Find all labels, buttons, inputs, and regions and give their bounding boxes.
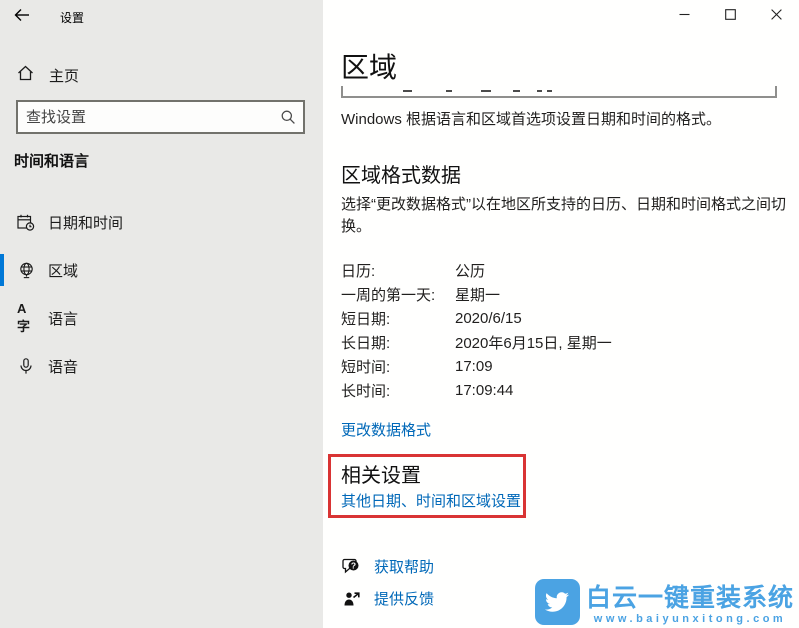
dropdown-border bbox=[341, 86, 777, 98]
svg-text:?: ? bbox=[351, 560, 356, 570]
row-value: 17:09:44 bbox=[455, 381, 514, 399]
maximize-icon bbox=[724, 7, 736, 25]
window-controls bbox=[661, 0, 799, 32]
sidebar-item-label: 主页 bbox=[49, 67, 80, 85]
maximize-button[interactable] bbox=[707, 0, 753, 32]
twitter-bird-icon bbox=[534, 579, 580, 625]
sidebar-item-region[interactable]: 区域 bbox=[0, 246, 323, 294]
sidebar-section-title: 时间和语言 bbox=[14, 153, 90, 170]
table-row-calendar: 日历: 公历 bbox=[341, 258, 781, 282]
get-help-link[interactable]: ? 获取帮助 bbox=[341, 556, 434, 577]
row-value: 17:09 bbox=[455, 357, 493, 375]
link-label: 提供反馈 bbox=[374, 591, 435, 608]
row-label: 长日期: bbox=[341, 334, 391, 352]
sidebar-item-home[interactable]: 主页 bbox=[0, 56, 323, 94]
row-label: 短时间: bbox=[341, 358, 391, 376]
row-value: 公历 bbox=[455, 262, 486, 280]
section-title-related-settings: 相关设置 bbox=[341, 465, 421, 487]
titlebar: 设置 bbox=[0, 0, 323, 34]
table-row-first-day: 一周的第一天: 星期一 bbox=[341, 282, 781, 306]
sidebar-item-label: 区域 bbox=[48, 262, 79, 280]
row-label: 日历: bbox=[341, 262, 376, 280]
sidebar-item-label: 语言 bbox=[48, 310, 79, 328]
region-dropdown-clipped[interactable] bbox=[341, 86, 777, 100]
row-label: 短日期: bbox=[341, 310, 391, 328]
close-icon bbox=[770, 7, 782, 25]
page-description: Windows 根据语言和区域首选项设置日期和时间的格式。 bbox=[341, 111, 722, 128]
close-button[interactable] bbox=[753, 0, 799, 32]
settings-window: 设置 主页 时间和语言 日期和时间 bbox=[0, 0, 799, 628]
row-value: 2020年6月15日, 星期一 bbox=[455, 334, 612, 352]
table-row-long-date: 长日期: 2020年6月15日, 星期一 bbox=[341, 330, 781, 354]
sidebar: 设置 主页 时间和语言 日期和时间 bbox=[0, 0, 323, 628]
back-button[interactable] bbox=[0, 0, 44, 34]
table-row-long-time: 长时间: 17:09:44 bbox=[341, 378, 781, 402]
row-label: 一周的第一天: bbox=[341, 286, 436, 304]
sidebar-item-language[interactable]: A字 语言 bbox=[0, 294, 323, 342]
watermark: 白云一键重装系统 www.baiyunxitong.com bbox=[534, 579, 794, 625]
table-row-short-time: 短时间: 17:09 bbox=[341, 354, 781, 378]
watermark-text: 白云一键重装系统 www.baiyunxitong.com bbox=[586, 586, 794, 625]
home-icon bbox=[17, 65, 34, 86]
format-data-table: 日历: 公历 一周的第一天: 星期一 短日期: 2020/6/15 长日期: 2… bbox=[341, 258, 781, 402]
provide-feedback-link[interactable]: 提供反馈 bbox=[341, 588, 434, 609]
calendar-clock-icon bbox=[17, 214, 35, 231]
sidebar-item-speech[interactable]: 语音 bbox=[0, 342, 323, 390]
globe-icon bbox=[17, 262, 35, 279]
sidebar-nav: 日期和时间 区域 A字 语言 语音 bbox=[0, 198, 323, 390]
section-title-region-format: 区域格式数据 bbox=[341, 165, 461, 187]
watermark-url: www.baiyunxitong.com bbox=[593, 613, 787, 625]
sidebar-item-label: 日期和时间 bbox=[48, 214, 124, 232]
row-label: 长时间: bbox=[341, 382, 391, 400]
sidebar-item-label: 语音 bbox=[48, 358, 79, 376]
language-icon: A字 bbox=[17, 301, 30, 334]
back-arrow-icon bbox=[14, 8, 30, 27]
search-icon[interactable] bbox=[273, 109, 303, 125]
section-description: 选择“更改数据格式”以在地区所支持的日历、日期和时间格式之间切换。 bbox=[341, 196, 786, 235]
watermark-title: 白云一键重装系统 bbox=[585, 584, 794, 612]
help-bubble-icon: ? bbox=[341, 558, 363, 575]
content-pane: 区域 Windows 根据语言和区域首选项设置日期和时间的格式。 区域格式数据 … bbox=[323, 0, 799, 628]
page-title: 区域 bbox=[341, 52, 398, 83]
sidebar-item-date-time[interactable]: 日期和时间 bbox=[0, 198, 323, 246]
feedback-person-icon bbox=[341, 590, 363, 607]
table-row-short-date: 短日期: 2020/6/15 bbox=[341, 306, 781, 330]
link-label: 获取帮助 bbox=[374, 559, 435, 576]
change-data-format-link[interactable]: 更改数据格式 bbox=[341, 419, 431, 440]
minimize-button[interactable] bbox=[661, 0, 707, 32]
app-title: 设置 bbox=[60, 10, 85, 25]
row-value: 星期一 bbox=[455, 286, 501, 304]
search-input[interactable] bbox=[18, 108, 273, 126]
search-box bbox=[16, 100, 305, 134]
row-value: 2020/6/15 bbox=[455, 309, 522, 327]
additional-date-time-region-link[interactable]: 其他日期、时间和区域设置 bbox=[341, 490, 521, 511]
microphone-icon bbox=[17, 357, 35, 375]
minimize-icon bbox=[679, 7, 690, 25]
